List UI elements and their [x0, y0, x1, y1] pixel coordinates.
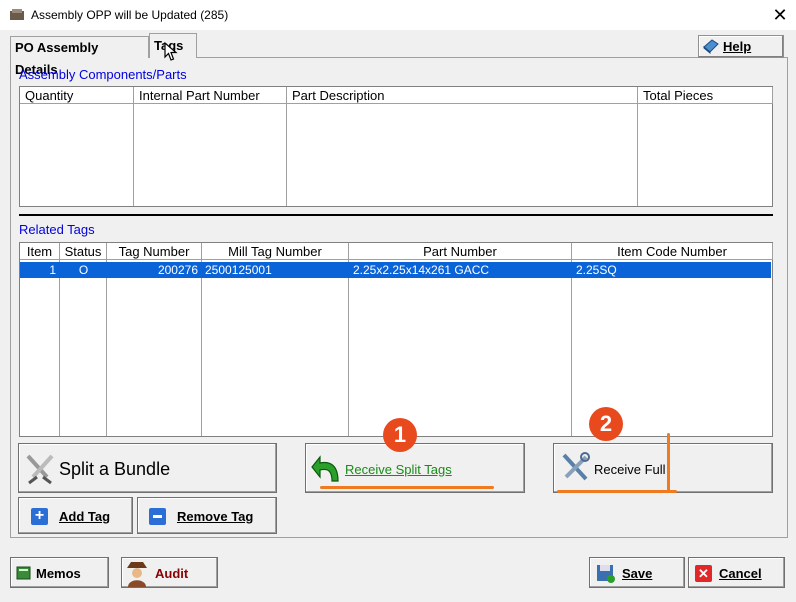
window-title: Assembly OPP will be Updated (285)	[31, 8, 229, 22]
grid-column	[20, 260, 60, 436]
components-grid[interactable]: Quantity Internal Part Number Part Descr…	[19, 86, 773, 207]
col-header-tag-number[interactable]: Tag Number	[107, 243, 202, 260]
annotation-vertical-line-2	[667, 433, 670, 493]
save-label: Save	[622, 566, 653, 581]
add-tag-label: Add Tag	[59, 509, 111, 524]
audit-label: Audit	[155, 566, 189, 581]
minus-icon	[149, 508, 166, 525]
annotation-badge-1: 1	[383, 418, 417, 452]
memos-button[interactable]: Memos	[10, 557, 109, 588]
col-header-mill-tag-number[interactable]: Mill Tag Number	[202, 243, 349, 260]
cell-item: 1	[49, 263, 56, 277]
app-icon	[10, 9, 24, 20]
cancel-button[interactable]: ✕ Cancel	[688, 557, 785, 588]
col-header-part-number[interactable]: Part Number	[349, 243, 572, 260]
annotation-badge-2: 2	[589, 407, 623, 441]
add-tag-button[interactable]: + Add Tag	[18, 497, 133, 534]
cell-item-code-number: 2.25SQ	[576, 263, 617, 277]
grid-column	[638, 104, 773, 206]
grid-column	[60, 260, 107, 436]
help-label: Help	[723, 39, 752, 54]
grid-column	[202, 260, 349, 436]
close-icon: ✕	[695, 565, 712, 582]
grid-column	[349, 260, 572, 436]
grid-column	[287, 104, 638, 206]
receive-split-tags-label: Receive Split Tags	[345, 462, 452, 477]
col-header-item-code-number[interactable]: Item Code Number	[572, 243, 773, 260]
remove-tag-button[interactable]: Remove Tag	[137, 497, 277, 534]
grid-column	[134, 104, 287, 206]
book-icon	[16, 566, 31, 580]
split-bundle-label: Split a Bundle	[59, 459, 171, 479]
grid-column	[107, 260, 202, 436]
table-row[interactable]: 1 O 200276 2500125001 2.25x2.25x14x261 G…	[20, 262, 771, 278]
annotation-underline-1	[320, 486, 494, 489]
receive-full-button[interactable]: Receive Full	[553, 443, 773, 493]
annotation-underline-2	[557, 490, 677, 493]
detective-icon	[127, 562, 147, 587]
remove-tag-label: Remove Tag	[177, 509, 254, 524]
cell-mill-tag-number: 2500125001	[205, 263, 272, 277]
save-button[interactable]: Save	[589, 557, 685, 588]
col-header-internal-part-number[interactable]: Internal Part Number	[134, 87, 287, 104]
related-tags-grid[interactable]: Item Status Tag Number Mill Tag Number P…	[19, 242, 773, 437]
cancel-label: Cancel	[719, 566, 762, 581]
tab-po-assembly-details[interactable]: PO Assembly Details	[10, 36, 149, 77]
cell-part-number: 2.25x2.25x14x261 GACC	[353, 263, 490, 277]
audit-button[interactable]: Audit	[121, 557, 218, 588]
col-header-part-description[interactable]: Part Description	[287, 87, 638, 104]
plus-icon: +	[31, 508, 48, 525]
help-button[interactable]: Help	[698, 35, 784, 58]
save-icon	[597, 565, 615, 583]
col-header-quantity[interactable]: Quantity	[20, 87, 134, 104]
cell-status: O	[78, 263, 89, 277]
memos-label: Memos	[36, 566, 81, 581]
col-header-status[interactable]: Status	[60, 243, 107, 260]
grid-column	[20, 104, 134, 206]
crossed-swords-icon	[26, 454, 54, 485]
tools-icon	[562, 452, 590, 481]
book-icon	[703, 39, 719, 54]
col-header-item[interactable]: Item	[20, 243, 60, 260]
components-section-label: Assembly Components/Parts	[19, 67, 187, 82]
section-divider	[19, 214, 773, 216]
cell-tag-number: 200276	[157, 263, 198, 277]
green-arrow-icon	[311, 455, 339, 482]
related-tags-section-label: Related Tags	[19, 222, 95, 237]
receive-full-label: Receive Full	[594, 462, 666, 477]
split-bundle-button[interactable]: Split a Bundle	[18, 443, 277, 493]
close-button[interactable]: ✕	[768, 2, 792, 28]
mouse-cursor-icon	[164, 42, 178, 61]
col-header-total-pieces[interactable]: Total Pieces	[638, 87, 773, 104]
